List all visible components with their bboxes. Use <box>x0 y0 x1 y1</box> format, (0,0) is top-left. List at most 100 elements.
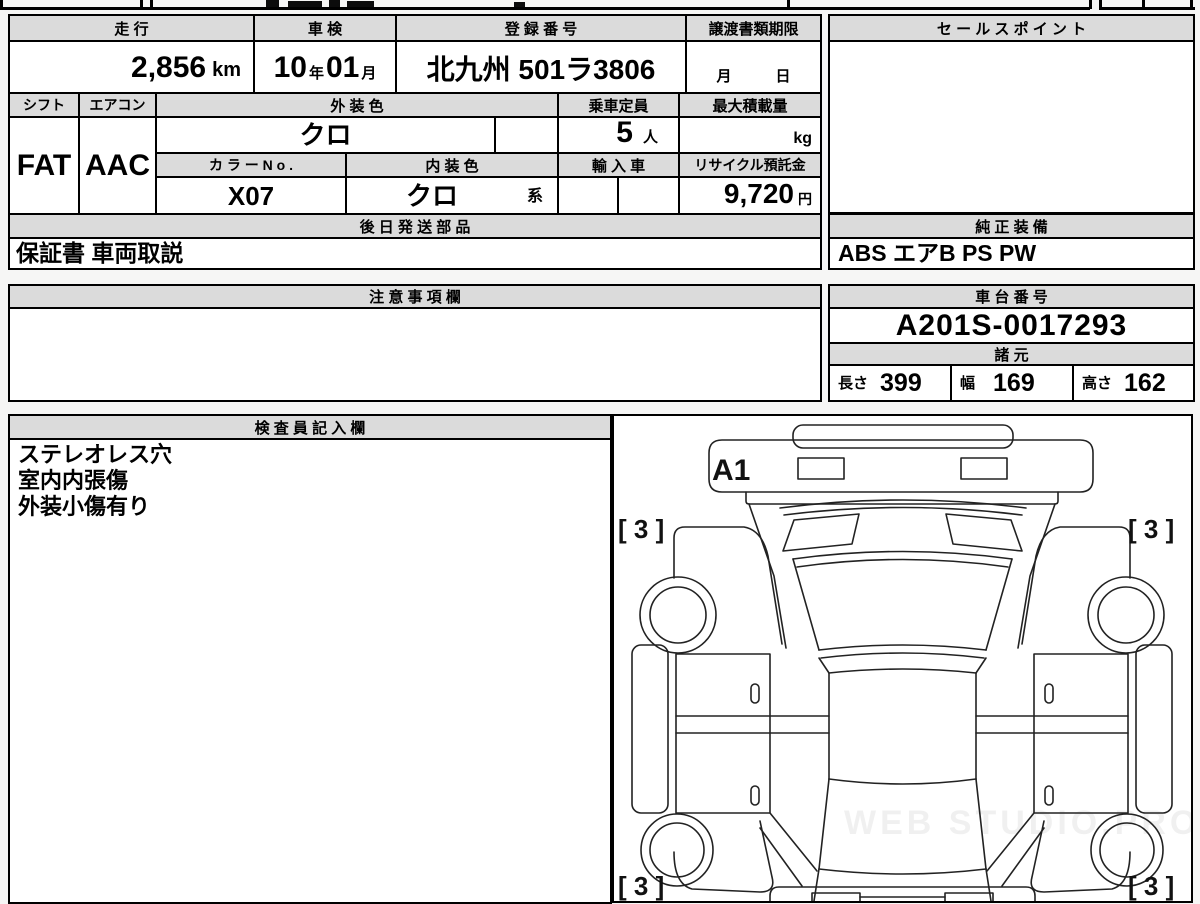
shaken-year: 10 <box>273 51 307 84</box>
rear-panel-left <box>813 868 820 901</box>
exterior-color-header: 外 装 色 <box>155 92 559 118</box>
import-empty-cell-2 <box>617 176 680 215</box>
cut-text-fragment <box>347 1 374 7</box>
inspector-note-line: ステレオレス穴 <box>18 442 173 467</box>
front-fender-left <box>673 526 783 645</box>
shaken-month: 01 <box>326 51 360 84</box>
cutoff-divider <box>150 0 153 9</box>
chassis-number-header: 車 台 番 号 <box>828 284 1195 309</box>
color-no-value: X07 <box>227 180 275 211</box>
rear-bumper-bar <box>859 896 946 898</box>
import-header: 輸 入 車 <box>557 152 680 178</box>
spec-height-cell: 高さ 162 <box>1072 364 1195 402</box>
transfer-day-char: 日 <box>775 68 791 85</box>
wheel-front-left-inner <box>649 586 707 644</box>
max-load-header: 最大積載量 <box>678 92 822 118</box>
cutoff-divider <box>1190 0 1193 9</box>
recycle-deposit-unit: 円 <box>798 191 812 207</box>
max-load-unit: kg <box>793 130 812 147</box>
rear-quarter-left <box>673 820 774 893</box>
headlight-left <box>797 457 845 480</box>
shift-value-cell: FAT <box>8 116 80 215</box>
interior-color-header: 内 装 色 <box>345 152 559 178</box>
cut-text-fragment <box>288 1 322 7</box>
chassis-number-value: A201S-0017293 <box>895 308 1128 342</box>
caution-notes-body <box>8 307 822 402</box>
inspector-note-line: 外装小傷有り <box>18 494 151 519</box>
shift-header: シフト <box>8 92 80 118</box>
interior-color-value-cell: クロ 系 <box>345 176 559 215</box>
rear-bumper <box>769 886 1036 901</box>
glass-side-right <box>985 558 1013 651</box>
mileage-unit: km <box>212 59 241 81</box>
tire-mark-front-right: [ 3 ] <box>1128 514 1174 544</box>
aircon-value-cell: AAC <box>78 116 157 215</box>
cutoff-divider <box>140 0 143 9</box>
transfer-docs-value-cell: 月 日 <box>685 40 822 94</box>
genuine-equipment-value-cell: ABS エアB PS PW <box>828 237 1195 270</box>
roof-connect-left <box>818 657 830 674</box>
cpillar-left1 <box>769 812 818 872</box>
sales-point-body <box>828 40 1195 214</box>
transfer-docs-header: 譲渡書類期限 <box>685 14 822 42</box>
recycle-deposit-value: 9,720 <box>723 178 794 209</box>
interior-color-suffix: 系 <box>526 188 543 205</box>
apillar-left <box>748 503 787 649</box>
front-bumper <box>792 424 1014 449</box>
roof-connect-right <box>975 657 987 674</box>
door-handle-left-rear <box>750 785 760 806</box>
registration-value: 北九州 501ラ3806 <box>426 54 656 85</box>
spec-width-value: 169 <box>993 368 1035 397</box>
cpillar-left2 <box>759 827 803 887</box>
door-handle-right-rear <box>1044 785 1054 806</box>
shaken-header: 車 検 <box>253 14 397 42</box>
rear-panel-right <box>985 868 992 901</box>
wheel-front-right-inner <box>1097 586 1155 644</box>
door-divider-left <box>675 715 830 734</box>
spec-length-cell: 長さ 399 <box>828 364 952 402</box>
cutoff-divider <box>787 0 790 9</box>
later-shipped-parts-value: 保証書 車両取説 <box>16 240 184 266</box>
door-handle-left-front <box>750 683 760 704</box>
tire-mark-rear-right: [ 3 ] <box>1128 871 1174 901</box>
exterior-color-value: クロ <box>299 120 352 150</box>
tire-mark-rear-left: [ 3 ] <box>618 871 664 901</box>
capacity-value-cell: 5 人 <box>557 116 680 154</box>
windshield-top-arc2 <box>783 506 1023 516</box>
inspector-notes-header: 検 査 員 記 入 欄 <box>8 414 612 440</box>
recycle-deposit-header: リサイクル預託金 <box>678 152 822 178</box>
panel-grade-label: A1 <box>712 454 750 487</box>
later-shipped-parts-header: 後 日 発 送 部 品 <box>8 213 822 239</box>
genuine-equipment-value: ABS エアB PS PW <box>838 240 1037 266</box>
registration-value-cell: 北九州 501ラ3806 <box>395 40 687 94</box>
roof-top-arc <box>828 668 977 674</box>
cutoff-divider <box>1099 0 1102 9</box>
inspector-note-line: 室内内張傷 <box>18 468 129 493</box>
wheel-front-left-outer <box>639 576 717 654</box>
max-load-value-cell: kg <box>678 116 822 154</box>
rocker-left <box>631 644 669 814</box>
cut-text-fragment <box>514 2 525 7</box>
shaken-value-cell: 10 年 01 月 <box>253 40 397 94</box>
inspector-notes-body: ステレオレス穴 室内内張傷 外装小傷有り <box>8 438 612 904</box>
capacity-header: 乗車定員 <box>557 92 680 118</box>
cutoff-divider <box>1089 0 1092 9</box>
door-divider-right <box>975 715 1129 734</box>
cutoff-border <box>0 7 1090 10</box>
windshield-bottom-arc2 <box>796 558 1009 568</box>
spec-width-label: 幅 <box>960 374 976 392</box>
wheel-rear-left-inner <box>649 822 705 878</box>
wiper-right <box>945 513 1023 552</box>
shaken-month-unit: 月 <box>361 65 377 82</box>
cabin-front-arc <box>818 644 987 651</box>
genuine-equipment-header: 純 正 装 備 <box>828 213 1195 239</box>
wiper-left <box>782 513 860 552</box>
capacity-unit: 人 <box>642 129 658 146</box>
exterior-color-empty-cell <box>494 116 559 154</box>
aircon-value: AAC <box>85 148 150 182</box>
apillar-right <box>1017 503 1056 649</box>
auction-sheet: { "c": { "soko_label": "走 行", "soko_valu… <box>0 0 1200 904</box>
tire-mark-front-left: [ 3 ] <box>618 514 664 544</box>
cut-text-fragment <box>266 0 279 7</box>
aircon-header: エアコン <box>78 92 157 118</box>
